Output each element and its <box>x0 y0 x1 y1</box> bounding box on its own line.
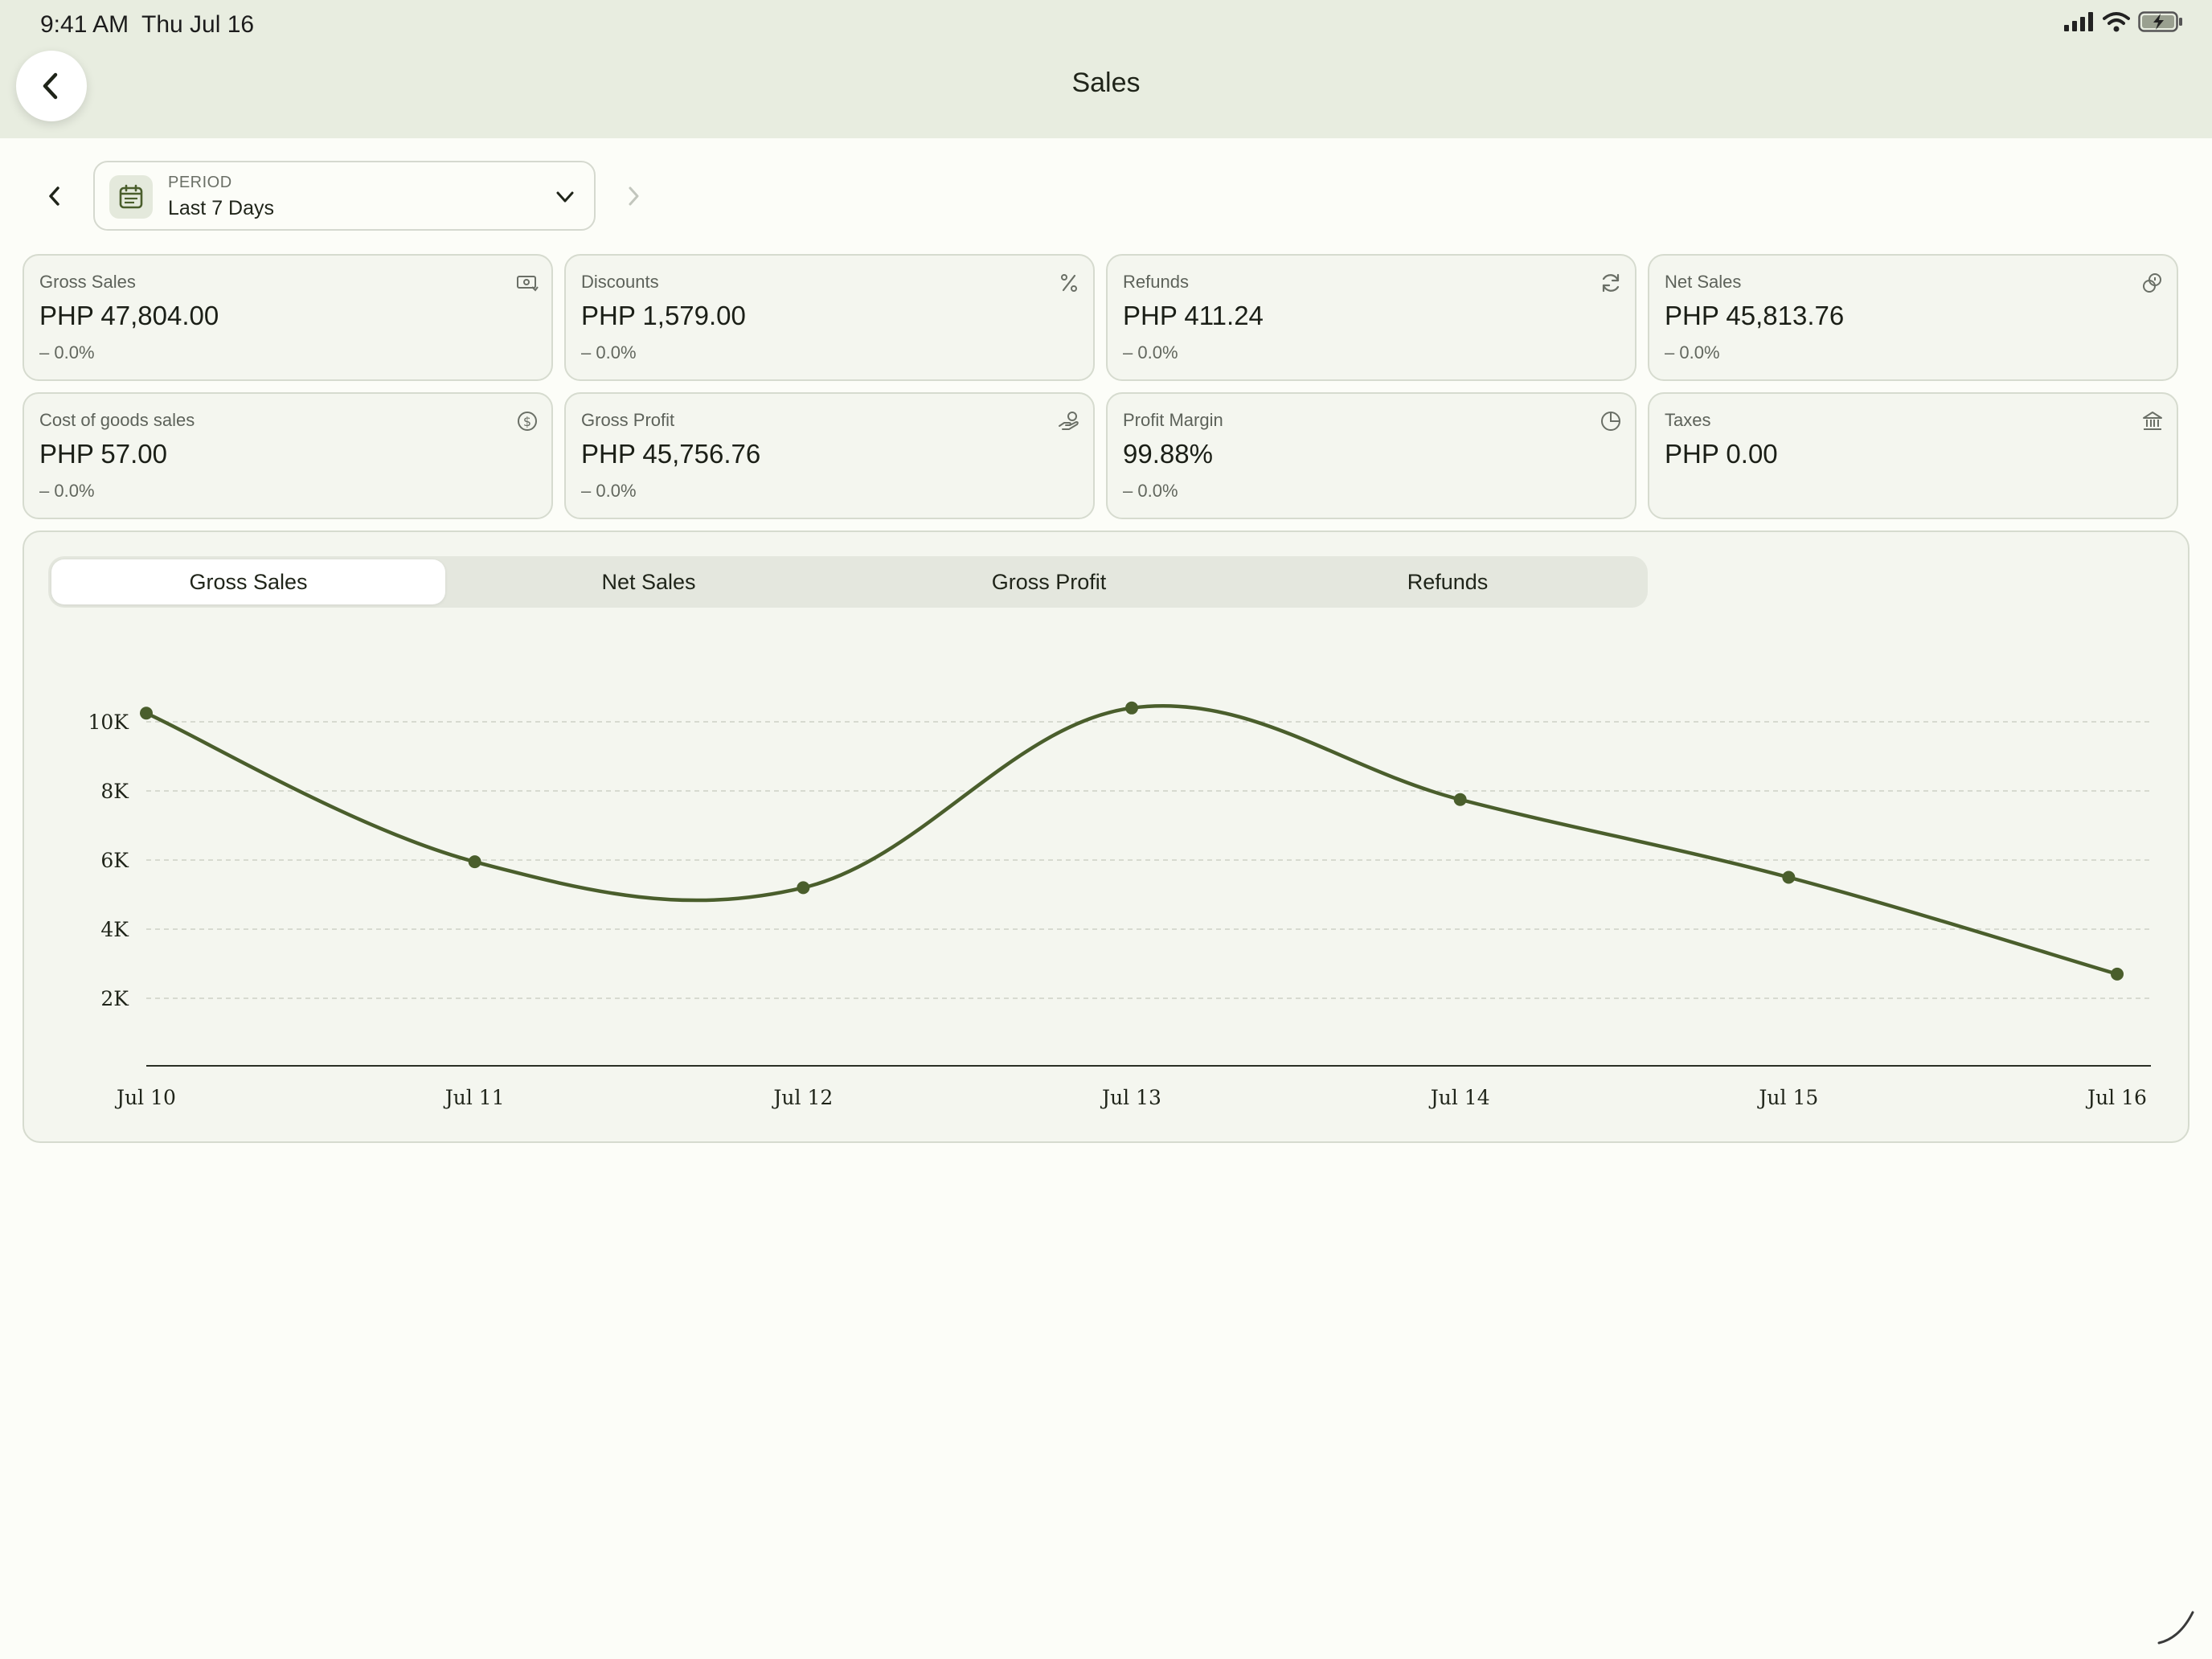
card-value: PHP 47,804.00 <box>39 301 219 330</box>
period-value: Last 7 Days <box>168 197 275 219</box>
page-title: Sales <box>1071 68 1141 98</box>
data-point <box>797 881 810 895</box>
card-label: Taxes <box>1665 410 1711 430</box>
data-point <box>468 855 481 869</box>
card-change: – 0.0% <box>39 342 95 363</box>
hand-coin-icon <box>1059 412 1079 430</box>
y-tick-label: 2K <box>100 987 129 1010</box>
card-profit-margin: Profit Margin 99.88% – 0.0% <box>1106 392 1636 519</box>
bank-icon <box>2143 412 2162 430</box>
card-change: – 0.0% <box>1123 342 1178 363</box>
x-tick-label: Jul 12 <box>771 1086 833 1109</box>
x-tick-label: Jul 16 <box>2085 1086 2147 1109</box>
cellular-signal-icon <box>2064 12 2093 31</box>
card-value: PHP 411.24 <box>1123 301 1264 330</box>
x-tick-label: Jul 11 <box>443 1086 505 1109</box>
next-period-button[interactable] <box>619 178 648 214</box>
card-value: PHP 0.00 <box>1665 439 1778 469</box>
card-label: Discounts <box>581 272 659 292</box>
chart-panel: Gross Sales Net Sales Gross Profit Refun… <box>23 530 2189 1143</box>
card-taxes: Taxes PHP 0.00 <box>1648 392 2178 519</box>
period-dropdown[interactable]: PERIOD Last 7 Days <box>93 161 596 231</box>
status-date: Thu Jul 16 <box>141 11 255 38</box>
x-tick-label: Jul 13 <box>1100 1086 1161 1109</box>
data-point <box>1453 793 1467 806</box>
previous-period-button[interactable] <box>40 178 69 214</box>
chevron-right-icon <box>629 186 639 206</box>
card-label: Net Sales <box>1665 272 1742 292</box>
card-gross-sales: Gross Sales PHP 47,804.00 – 0.0% <box>23 254 553 381</box>
refresh-icon <box>1602 273 1620 293</box>
period-caption: PERIOD <box>168 174 232 191</box>
card-label: Gross Profit <box>581 410 675 430</box>
card-change: – 0.0% <box>581 481 637 501</box>
card-value: PHP 1,579.00 <box>581 301 746 330</box>
card-value: PHP 45,813.76 <box>1665 301 1845 330</box>
data-point <box>1125 701 1138 715</box>
card-change: – 0.0% <box>1665 342 1720 363</box>
card-label: Cost of goods sales <box>39 410 195 430</box>
y-tick-label: 6K <box>100 849 129 872</box>
x-tick-label: Jul 15 <box>1756 1086 1818 1109</box>
y-tick-label: 4K <box>100 918 129 941</box>
coins-icon <box>2143 273 2161 293</box>
home-indicator-icon <box>2157 1611 2194 1645</box>
cash-icon <box>517 276 539 292</box>
wifi-icon <box>2103 12 2130 32</box>
svg-text:$: $ <box>523 414 531 429</box>
card-refunds: Refunds PHP 411.24 – 0.0% <box>1106 254 1636 381</box>
y-tick-label: 8K <box>100 780 129 803</box>
chevron-left-icon <box>49 186 59 206</box>
card-value: PHP 57.00 <box>39 439 168 469</box>
status-time: 9:41 AM <box>40 11 129 38</box>
dollar-circle-icon: $ <box>518 412 537 431</box>
battery-charging-icon <box>2138 11 2182 32</box>
x-tick-label: Jul 10 <box>114 1086 176 1109</box>
card-change: – 0.0% <box>39 481 95 501</box>
pie-chart-icon <box>1601 412 1620 431</box>
y-tick-label: 10K <box>88 711 130 734</box>
data-point <box>1782 870 1796 884</box>
line-chart: 2K 4K 6K 8K 10K Jul 10 Jul 11 Jul 12 Jul 13 Jul 1… <box>88 701 2151 1109</box>
card-gross-profit: Gross Profit PHP 45,756.76 – 0.0% <box>564 392 1095 519</box>
card-net-sales: Net Sales PHP 45,813.76 – 0.0% <box>1648 254 2178 381</box>
card-change: – 0.0% <box>1123 481 1178 501</box>
data-point <box>140 707 153 720</box>
status-icons <box>2064 11 2183 32</box>
card-label: Gross Sales <box>39 272 136 292</box>
series-line <box>144 703 2120 977</box>
chevron-down-icon <box>556 191 574 203</box>
top-bar: 9:41 AM Thu Jul 16 Sales <box>0 0 2212 138</box>
card-discounts: Discounts PHP 1,579.00 – 0.0% <box>564 254 1095 381</box>
data-point <box>2111 967 2124 981</box>
card-value: 99.88% <box>1123 439 1213 469</box>
card-label: Profit Margin <box>1123 410 1223 430</box>
card-label: Refunds <box>1123 272 1189 292</box>
calendar-icon <box>109 175 153 219</box>
percent-icon <box>1061 274 1077 292</box>
card-change: – 0.0% <box>581 342 637 363</box>
card-cost-of-goods: Cost of goods sales PHP 57.00 – 0.0% $ <box>23 392 553 519</box>
card-value: PHP 45,756.76 <box>581 439 761 469</box>
x-tick-label: Jul 14 <box>1428 1086 1490 1109</box>
